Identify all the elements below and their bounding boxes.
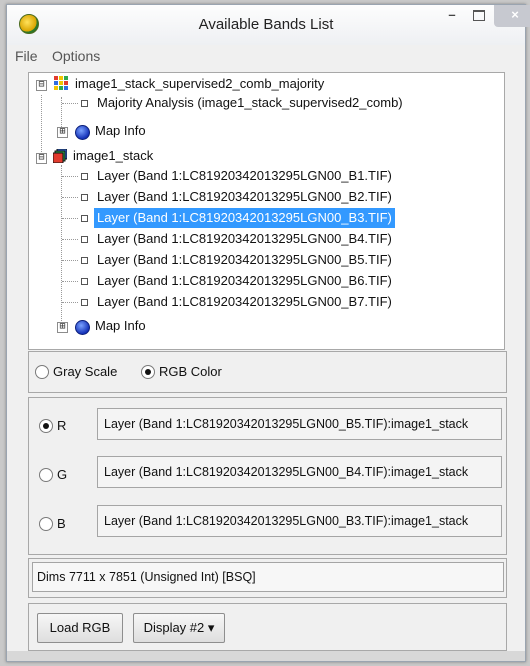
tree-item-band[interactable]: Layer (Band 1:LC81920342013295LGN00_B1.T… [97, 166, 392, 186]
tree-item-classification-file[interactable]: image1_stack_supervised2_comb_majority [75, 74, 324, 94]
band-leaf-icon [81, 194, 88, 201]
globe-icon [75, 320, 90, 335]
tree-item-image-stack[interactable]: image1_stack [73, 146, 153, 166]
tree-connector [62, 239, 78, 240]
tree-item-band[interactable]: Layer (Band 1:LC81920342013295LGN00_B4.T… [97, 229, 392, 249]
button-panel: Load RGB Display #2 ▾ [28, 603, 507, 651]
tree-item-map-info[interactable]: Map Info [95, 316, 146, 336]
tree-item-band[interactable]: Layer (Band 1:LC81920342013295LGN00_B5.T… [97, 250, 392, 270]
load-rgb-button[interactable]: Load RGB [37, 613, 123, 643]
title-bar[interactable]: Available Bands List – × [7, 5, 530, 45]
available-bands-window: Available Bands List – × File Options ⊟ … [6, 4, 530, 662]
tree-item-majority-analysis[interactable]: Majority Analysis (image1_stack_supervis… [97, 93, 403, 113]
image-stack-icon [53, 149, 67, 163]
tree-connector [62, 103, 78, 104]
collapse-toggle[interactable]: ⊟ [36, 153, 47, 164]
close-button[interactable]: × [494, 5, 530, 27]
tree-connector [62, 281, 78, 282]
blue-channel-label[interactable]: B [57, 516, 66, 531]
band-leaf-icon [81, 299, 88, 306]
band-leaf-icon [81, 215, 88, 222]
band-leaf-icon [81, 173, 88, 180]
band-leaf-icon [81, 100, 88, 107]
dims-panel: Dims 7711 x 7851 (Unsigned Int) [BSQ] [28, 558, 507, 598]
maximize-icon [473, 10, 485, 21]
tree-item-map-info[interactable]: Map Info [95, 121, 146, 141]
minimize-button[interactable]: – [439, 5, 465, 27]
tree-connector [62, 218, 78, 219]
red-channel-label[interactable]: R [57, 418, 66, 433]
red-channel-radio[interactable] [39, 419, 53, 433]
tree-connector [62, 260, 78, 261]
band-tree[interactable]: ⊟ image1_stack_supervised2_comb_majority… [28, 72, 505, 350]
rgb-color-label[interactable]: RGB Color [159, 364, 222, 379]
globe-icon [75, 125, 90, 140]
dims-value: 7711 x 7851 (Unsigned Int) [BSQ] [68, 570, 256, 584]
tree-item-band-selected[interactable]: Layer (Band 1:LC81920342013295LGN00_B3.T… [94, 208, 395, 228]
band-leaf-icon [81, 278, 88, 285]
color-mode-panel: Gray Scale RGB Color [28, 351, 507, 393]
green-channel-label[interactable]: G [57, 467, 67, 482]
chevron-down-icon: ▾ [207, 620, 215, 635]
expand-toggle[interactable]: ⊞ [57, 127, 68, 138]
band-leaf-icon [81, 257, 88, 264]
menu-bar: File Options [7, 45, 525, 69]
tree-connector [62, 176, 78, 177]
red-band-field[interactable]: Layer (Band 1:LC81920342013295LGN00_B5.T… [97, 408, 502, 440]
tree-item-band[interactable]: Layer (Band 1:LC81920342013295LGN00_B6.T… [97, 271, 392, 291]
rgb-channel-panel: R Layer (Band 1:LC81920342013295LGN00_B5… [28, 397, 507, 555]
menu-options[interactable]: Options [52, 48, 100, 64]
tree-connector [62, 302, 78, 303]
expand-toggle[interactable]: ⊞ [57, 322, 68, 333]
blue-channel-radio[interactable] [39, 517, 53, 531]
green-band-field[interactable]: Layer (Band 1:LC81920342013295LGN00_B4.T… [97, 456, 502, 488]
tree-item-band[interactable]: Layer (Band 1:LC81920342013295LGN00_B7.T… [97, 292, 392, 312]
band-leaf-icon [81, 236, 88, 243]
window-bottom-edge [7, 651, 525, 661]
maximize-button[interactable] [466, 5, 492, 27]
gray-scale-label[interactable]: Gray Scale [53, 364, 117, 379]
display-dropdown-button[interactable]: Display #2 ▾ [133, 613, 225, 643]
collapse-toggle[interactable]: ⊟ [36, 80, 47, 91]
dims-label: Dims [37, 570, 66, 584]
green-channel-radio[interactable] [39, 468, 53, 482]
classification-image-icon [54, 76, 68, 90]
display-dropdown-label: Display #2 [143, 620, 205, 635]
dims-field: Dims 7711 x 7851 (Unsigned Int) [BSQ] [32, 562, 504, 592]
gray-scale-radio[interactable] [35, 365, 49, 379]
menu-file[interactable]: File [15, 48, 38, 64]
tree-item-band[interactable]: Layer (Band 1:LC81920342013295LGN00_B2.T… [97, 187, 392, 207]
rgb-color-radio[interactable] [141, 365, 155, 379]
blue-band-field[interactable]: Layer (Band 1:LC81920342013295LGN00_B3.T… [97, 505, 502, 537]
tree-connector [62, 197, 78, 198]
